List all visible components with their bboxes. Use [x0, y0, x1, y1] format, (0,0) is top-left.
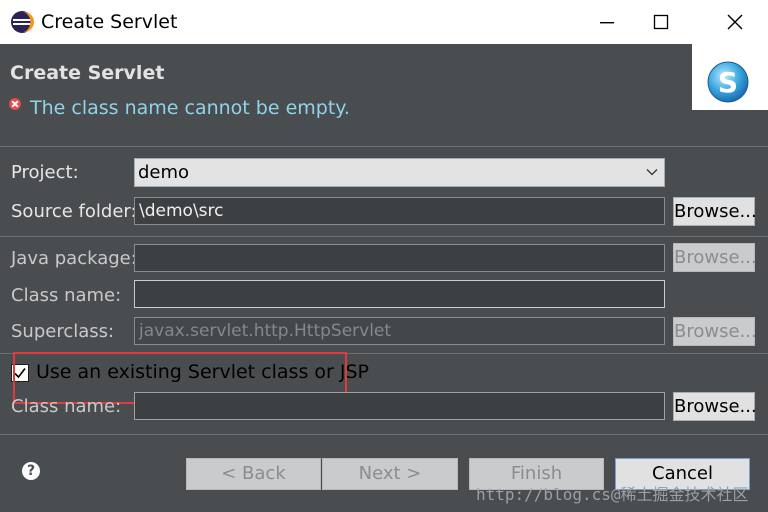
back-button[interactable]: < Back	[186, 458, 321, 490]
watermark-text: http://blog.cs@稀土掘金技术社区	[476, 485, 749, 504]
project-combo[interactable]: demo	[134, 158, 665, 187]
superclass-label: Superclass:	[11, 321, 115, 342]
chevron-down-icon	[646, 169, 658, 176]
close-button[interactable]	[708, 0, 762, 44]
superclass-field[interactable]: javax.servlet.http.HttpServlet	[134, 317, 665, 345]
java-package-browse-button[interactable]: Browse...	[673, 243, 757, 272]
class-name-field[interactable]	[134, 280, 665, 308]
close-icon	[727, 14, 743, 30]
minimize-icon	[600, 22, 614, 24]
java-package-field[interactable]	[134, 244, 665, 272]
minimize-button[interactable]	[580, 0, 634, 44]
svg-text:S: S	[718, 66, 738, 99]
class-name-label: Class name:	[11, 285, 122, 306]
footer-divider	[0, 434, 768, 435]
project-combo-value: demo	[138, 162, 190, 183]
wizard-page-title: Create Servlet	[10, 62, 165, 84]
next-button[interactable]: Next >	[322, 458, 458, 490]
error-message: The class name cannot be empty.	[30, 97, 350, 119]
wizard-header: Create Servlet The class name cannot be …	[0, 44, 768, 146]
project-label: Project:	[11, 162, 79, 183]
existing-class-browse-button[interactable]: Browse...	[673, 392, 757, 421]
existing-class-name-label: Class name:	[11, 396, 122, 417]
source-folder-browse-button[interactable]: Browse...	[673, 197, 757, 226]
help-icon[interactable]: ?	[22, 462, 40, 480]
header-divider	[0, 146, 768, 147]
eclipse-app-icon	[11, 11, 34, 33]
servlet-logo-icon: S	[707, 61, 749, 103]
window-title: Create Servlet	[41, 11, 178, 33]
superclass-browse-button[interactable]: Browse...	[673, 317, 757, 346]
maximize-button[interactable]	[634, 0, 688, 44]
servlet-wizard-banner: S	[692, 44, 768, 110]
form-divider	[0, 236, 768, 237]
source-folder-field[interactable]: \demo\src	[134, 197, 665, 225]
java-package-label: Java package:	[11, 248, 137, 269]
maximize-icon	[653, 14, 669, 30]
source-folder-label: Source folder:	[11, 201, 137, 222]
window-titlebar: Create Servlet	[0, 0, 768, 44]
existing-class-name-field[interactable]	[134, 392, 665, 420]
error-icon	[9, 98, 21, 110]
